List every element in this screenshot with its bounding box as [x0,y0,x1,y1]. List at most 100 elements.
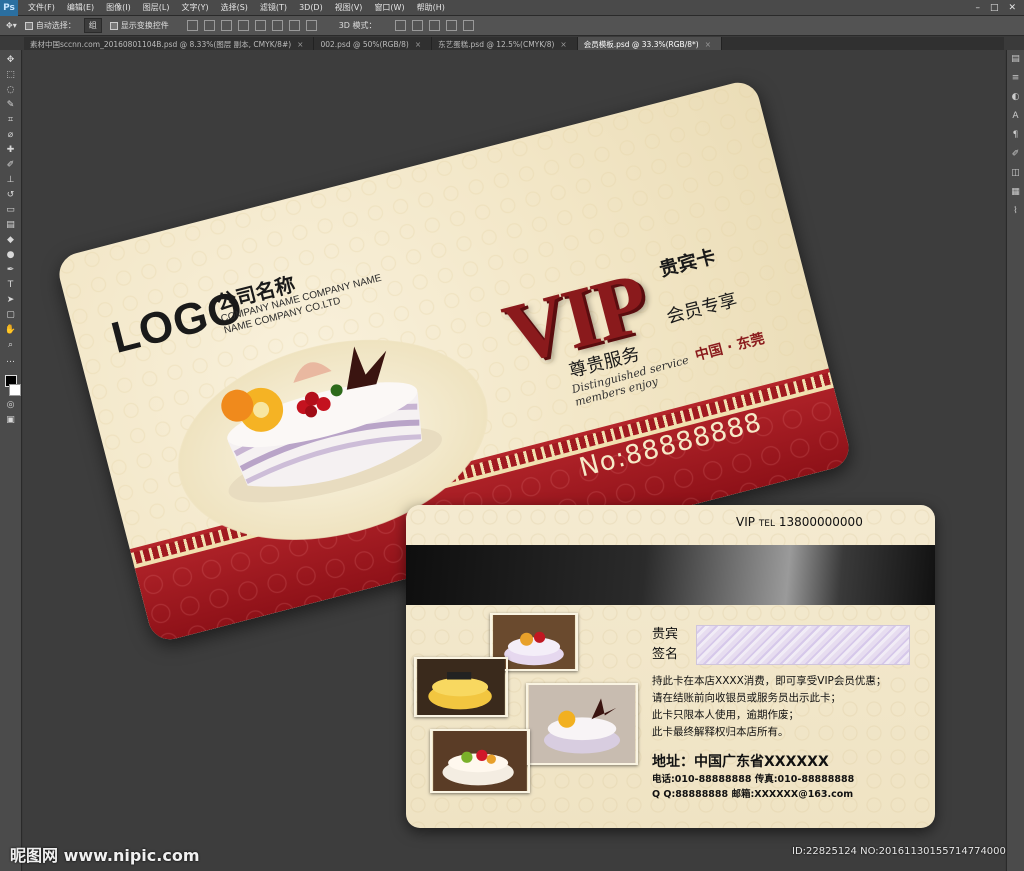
distribute-icon[interactable] [288,20,300,31]
signature-label-line-2: 签名 [652,647,679,662]
document-tabs: 素材中国sccnn.com_20160801104B.psd @ 8.33%(图… [24,37,1004,50]
vip-card-back: VIP TEL 13800000000 贵宾 签名 持此卡在本店XXXX消费，即… [406,505,935,828]
auto-select-checkbox[interactable]: 自动选择： [24,20,76,31]
align-middle-icon[interactable] [203,20,215,31]
close-icon[interactable]: × [560,40,566,49]
eyedropper-tool-icon[interactable]: ⌀ [4,129,18,141]
checkbox-icon [109,21,118,30]
eraser-tool-icon[interactable]: ▭ [4,204,18,216]
qq-email-line: Q Q:88888888 邮箱:XXXXXX@163.com [652,789,854,800]
history-brush-icon[interactable]: ↺ [4,189,18,201]
scale-3d-icon[interactable] [462,20,474,31]
gradient-tool-icon[interactable]: ▤ [4,219,18,231]
paragraph-panel-icon[interactable]: ¶ [1010,130,1022,141]
pen-tool-icon[interactable]: ✒ [4,264,18,276]
slide-3d-icon[interactable] [445,20,457,31]
roll-3d-icon[interactable] [411,20,423,31]
close-icon[interactable]: × [415,40,421,49]
cake-photo-3 [526,683,638,765]
crop-tool-icon[interactable]: ⌗ [4,114,18,126]
tel-label: TEL [758,519,776,529]
menu-help[interactable]: 帮助(H) [411,2,451,13]
menu-view[interactable]: 视图(V) [329,2,369,13]
lasso-tool-icon[interactable]: ◌ [4,84,18,96]
character-panel-icon[interactable]: A [1010,111,1022,122]
photoshop-logo-icon: Ps [0,0,18,16]
window-controls: – □ ✕ [975,3,1024,13]
screen-mode-icon[interactable]: ▣ [4,414,18,426]
stamp-tool-icon[interactable]: ⊥ [4,174,18,186]
menu-filter[interactable]: 滤镜(T) [254,2,293,13]
align-top-icon[interactable] [186,20,198,31]
align-center-icon[interactable] [254,20,266,31]
watermark-id: ID:22825124 NO:20161130155714774000 [792,846,1006,857]
align-left-icon[interactable] [237,20,249,31]
tab-document-3[interactable]: 东艺蛋糕.psd @ 12.5%(CMYK/8) × [432,37,578,50]
cake-photo-4 [430,729,530,793]
brush-tool-icon[interactable]: ✐ [4,159,18,171]
tab-document-1[interactable]: 素材中国sccnn.com_20160801104B.psd @ 8.33%(图… [24,37,315,50]
close-icon[interactable]: × [297,40,303,49]
signature-panel [696,625,910,665]
panel-dock: ▤ ≡ ◐ A ¶ ✐ ◫ ▦ ⌇ [1006,50,1024,871]
align-right-icon[interactable] [271,20,283,31]
shape-tool-icon[interactable]: ▢ [4,309,18,321]
background-color-swatch[interactable] [8,384,21,396]
type-tool-icon[interactable]: T [4,279,18,291]
close-icon[interactable]: ✕ [1008,3,1016,13]
menu-select[interactable]: 选择(S) [215,2,254,13]
terms-line: 持此卡在本店XXXX消费，即可享受VIP会员优惠； [652,675,887,687]
align-bottom-icon[interactable] [220,20,232,31]
brush-panel-icon[interactable]: ✐ [1010,149,1022,160]
menu-3d[interactable]: 3D(D) [293,3,329,12]
close-icon[interactable]: × [705,40,711,49]
vip-tel-prefix: VIP [736,515,755,529]
move-tool-icon[interactable]: ✥▾ [6,21,17,30]
tab-label: 002.psd @ 50%(RGB/8) [320,39,409,49]
menu-image[interactable]: 图像(I) [100,2,137,13]
magnetic-stripe [406,545,935,605]
properties-panel-icon[interactable]: ≡ [1010,73,1022,84]
layers-panel-icon[interactable]: ◫ [1010,168,1022,179]
history-panel-icon[interactable]: ▤ [1010,54,1022,65]
menu-file[interactable]: 文件(F) [22,2,61,13]
adjustments-panel-icon[interactable]: ◐ [1010,92,1022,103]
channels-panel-icon[interactable]: ▦ [1010,187,1022,198]
tab-document-4[interactable]: 会员模板.psd @ 33.3%(RGB/8*) × [577,37,722,50]
tab-label: 东艺蛋糕.psd @ 12.5%(CMYK/8) [438,39,555,49]
tel-number: 13800000000 [778,515,863,529]
dodge-tool-icon[interactable]: ● [4,249,18,261]
hand-tool-icon[interactable]: ✋ [4,324,18,336]
terms-line: 此卡只限本人使用，逾期作废； [652,709,799,721]
show-transform-checkbox[interactable]: 显示变换控件 [109,20,169,31]
tab-label: 素材中国sccnn.com_20160801104B.psd @ 8.33%(图… [30,39,292,49]
tab-document-2[interactable]: 002.psd @ 50%(RGB/8) × [314,37,433,50]
zoom-tool-icon[interactable]: ⌕ [4,339,18,351]
maximize-icon[interactable]: □ [990,3,999,13]
distribute-icon[interactable] [305,20,317,31]
move-tool-icon[interactable]: ✥ [4,54,18,66]
menu-window[interactable]: 窗口(W) [368,2,410,13]
address: 地址：中国广东省XXXXXX [652,754,829,770]
paths-panel-icon[interactable]: ⌇ [1010,206,1022,217]
pan-3d-icon[interactable] [428,20,440,31]
minimize-icon[interactable]: – [975,3,980,13]
menu-layer[interactable]: 图层(L) [137,2,176,13]
quick-mask-icon[interactable]: ◎ [4,399,18,411]
menu-edit[interactable]: 编辑(E) [61,2,100,13]
auto-select-dropdown[interactable]: 组 [83,18,102,33]
healing-tool-icon[interactable]: ✚ [4,144,18,156]
marquee-tool-icon[interactable]: ⬚ [4,69,18,81]
show-transform-label: 显示变换控件 [120,21,169,30]
quick-select-tool-icon[interactable]: ✎ [4,99,18,111]
menu-bar: Ps 文件(F) 编辑(E) 图像(I) 图层(L) 文字(Y) 选择(S) 滤… [0,0,1024,16]
phone-fax-line: 电话:010-88888888 传真:010-88888888 [652,774,855,785]
options-bar: ✥▾ 自动选择： 组 显示变换控件 3D 模式： [0,16,1024,36]
signature-label: 贵宾 签名 [652,625,678,665]
path-select-tool-icon[interactable]: ➤ [4,294,18,306]
more-tools-icon[interactable]: … [4,354,18,366]
menu-type[interactable]: 文字(Y) [175,2,214,13]
vip-tel-line: VIP TEL 13800000000 [736,515,863,529]
rotate-3d-icon[interactable] [394,20,406,31]
blur-tool-icon[interactable]: ◆ [4,234,18,246]
